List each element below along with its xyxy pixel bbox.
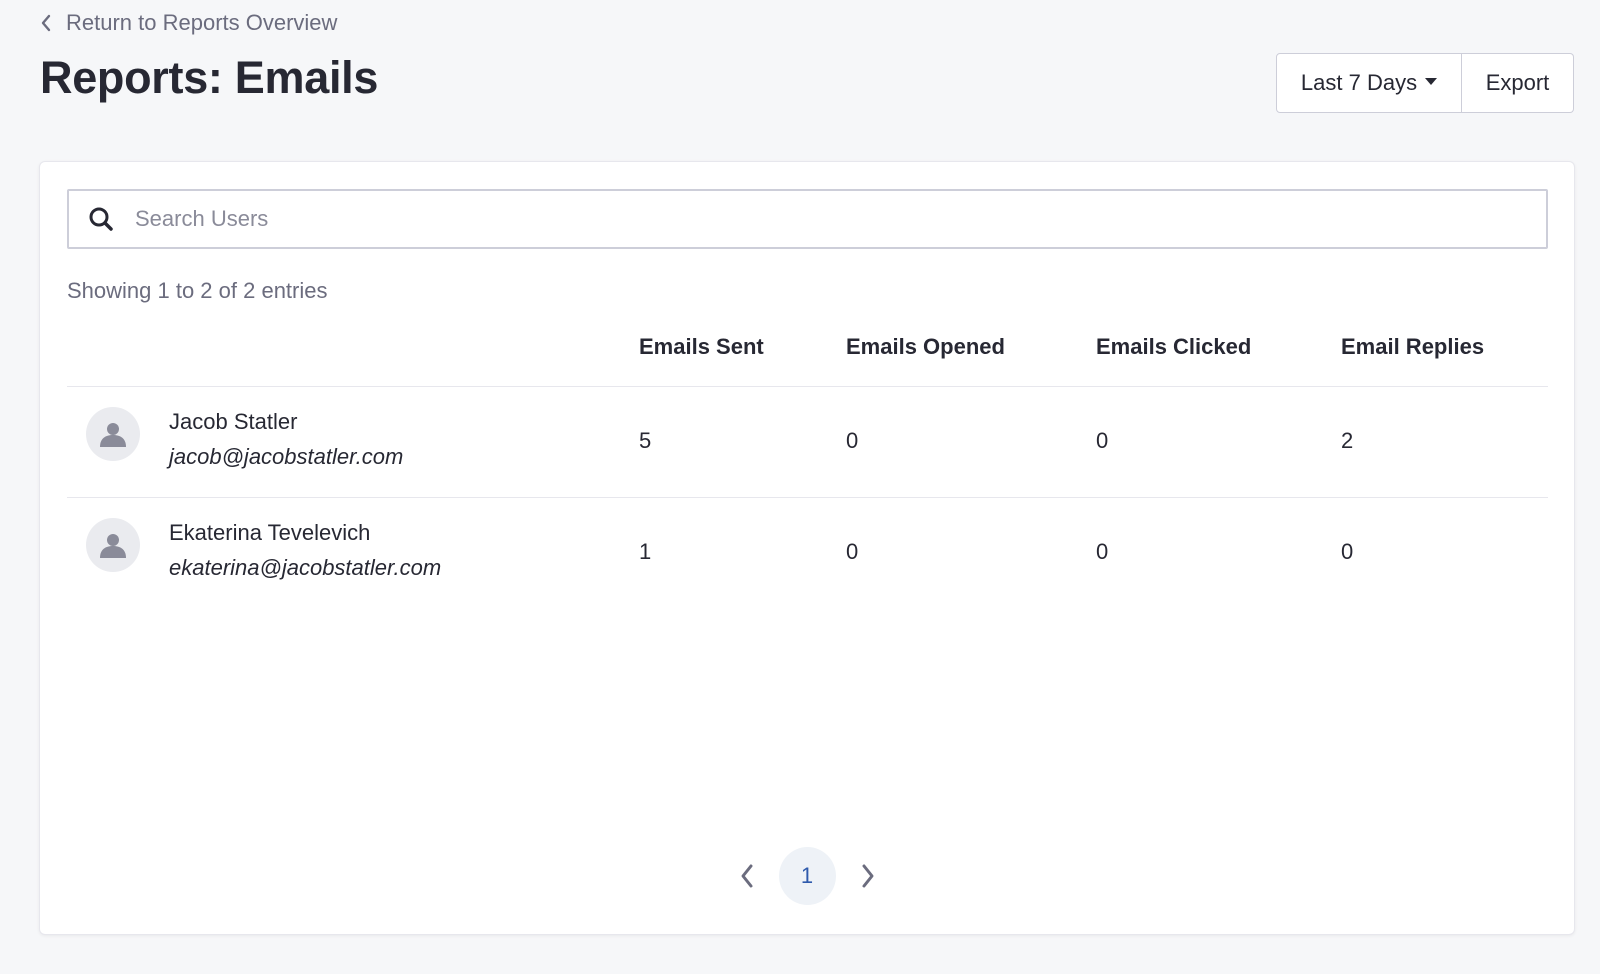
user-icon [100, 534, 126, 558]
column-header-emails-opened[interactable]: Emails Opened [846, 334, 1005, 360]
table-row[interactable]: Ekaterina Tevelevich ekaterina@jacobstat… [67, 498, 1548, 609]
emails-opened-value: 0 [846, 539, 859, 564]
back-link-label: Return to Reports Overview [66, 10, 338, 35]
page-title: Reports: Emails [40, 52, 379, 103]
emails-clicked-value: 0 [1096, 428, 1109, 453]
user-icon [100, 423, 126, 447]
chevron-left-icon [741, 864, 752, 888]
search-input[interactable] [133, 191, 1546, 247]
report-card: Showing 1 to 2 of 2 entries Emails Sent … [39, 161, 1575, 935]
search-box[interactable] [67, 189, 1548, 249]
back-link[interactable]: Return to Reports Overview [40, 8, 337, 38]
chevron-left-icon [41, 14, 51, 32]
export-button[interactable]: Export [1462, 53, 1574, 113]
export-label: Export [1485, 70, 1550, 95]
emails-opened-value: 0 [846, 428, 859, 453]
column-header-emails-sent[interactable]: Emails Sent [639, 334, 764, 360]
user-name: Jacob Statler [169, 409, 298, 434]
emails-sent-value: 5 [639, 428, 652, 453]
pagination: 1 [40, 847, 1574, 905]
user-email: ekaterina@jacobstatler.com [169, 555, 442, 580]
user-name: Ekaterina Tevelevich [169, 520, 371, 545]
user-email: jacob@jacobstatler.com [169, 444, 404, 469]
chevron-right-icon [862, 864, 873, 888]
table-header: Emails Sent Emails Opened Emails Clicked… [67, 322, 1548, 387]
column-header-emails-clicked[interactable]: Emails Clicked [1096, 334, 1251, 360]
emails-clicked-value: 0 [1096, 539, 1109, 564]
avatar [86, 518, 140, 572]
entries-info: Showing 1 to 2 of 2 entries [67, 278, 328, 303]
email-replies-value: 0 [1341, 539, 1354, 564]
emails-sent-value: 1 [639, 539, 652, 564]
date-range-dropdown[interactable]: Last 7 Days [1276, 53, 1462, 113]
header-actions: Last 7 Days Export [1276, 53, 1574, 113]
caret-down-icon [1425, 77, 1438, 85]
column-header-email-replies[interactable]: Email Replies [1341, 334, 1484, 360]
table-row[interactable]: Jacob Statler jacob@jacobstatler.com 5 0… [67, 387, 1548, 498]
avatar [86, 407, 140, 461]
date-range-label: Last 7 Days [1300, 70, 1418, 95]
next-page-button[interactable] [844, 847, 892, 905]
previous-page-button[interactable] [723, 847, 771, 905]
email-replies-value: 2 [1341, 428, 1354, 453]
search-icon [69, 206, 133, 232]
page-number-current[interactable]: 1 [778, 847, 836, 905]
users-table: Emails Sent Emails Opened Emails Clicked… [67, 322, 1548, 609]
